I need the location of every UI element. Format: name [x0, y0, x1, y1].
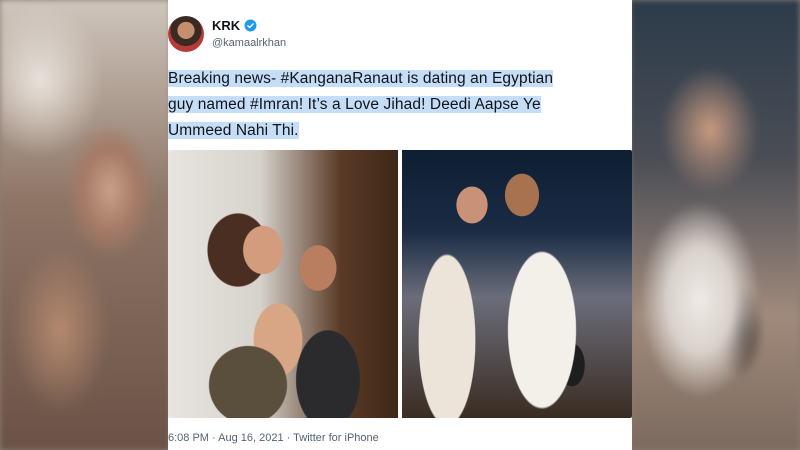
tweet-text-line-1: Breaking news- #KanganaRanaut is dating … — [168, 70, 554, 87]
tweet-photo-2[interactable] — [402, 150, 632, 418]
name-line: KRK — [212, 18, 257, 33]
avatar[interactable] — [168, 16, 204, 52]
tweet-text-line-2: guy named #Imran! It’s a Love Jihad! Dee… — [168, 96, 541, 113]
user-handle[interactable]: @kamaalrkhan — [212, 37, 286, 49]
tweet-media — [168, 150, 632, 418]
tweet-photo-1[interactable] — [168, 150, 398, 418]
tweet-timestamp[interactable]: 6:08 PM · Aug 16, 2021 · Twitter for iPh… — [168, 432, 379, 444]
tweet-header: KRK @kamaalrkhan — [168, 10, 632, 62]
display-name[interactable]: KRK — [212, 18, 240, 33]
tweet-text-line-3: Ummeed Nahi Thi. — [168, 122, 299, 139]
blurred-background-right — [630, 0, 800, 450]
verified-badge-icon — [244, 19, 257, 32]
tweet-text: Breaking news- #KanganaRanaut is dating … — [168, 66, 632, 144]
blurred-background-left — [0, 0, 170, 450]
tweet-card: KRK @kamaalrkhan Breaking news- #Kangana… — [168, 0, 632, 450]
